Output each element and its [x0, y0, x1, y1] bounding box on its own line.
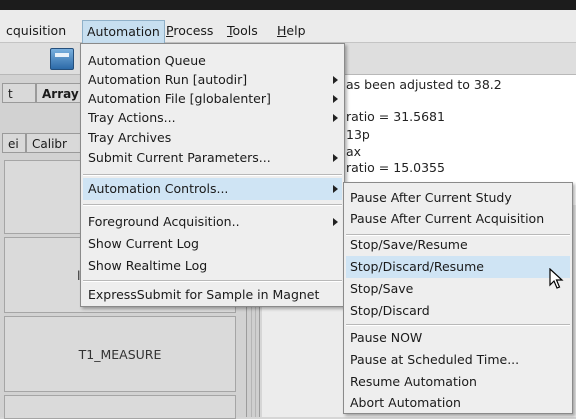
submenu-item-label: Pause at Scheduled Time... [350, 352, 520, 367]
panel-button-4[interactable] [4, 395, 236, 419]
submenu-arrow-icon [333, 95, 338, 103]
menu-item-submit-current-parameters[interactable]: Submit Current Parameters... [83, 147, 342, 169]
submenu-item-pause-scheduled[interactable]: Pause at Scheduled Time... [346, 349, 570, 371]
submenu-item-stop-save-resume[interactable]: Stop/Save/Resume [346, 234, 570, 256]
submenu-item-label: Stop/Discard [350, 303, 430, 318]
submenu-item-label: Stop/Discard/Resume [350, 259, 484, 274]
menu-item-show-realtime-log[interactable]: Show Realtime Log [83, 255, 342, 277]
log-line: 13p [346, 127, 370, 142]
tab-partial-2[interactable]: ei [2, 133, 26, 153]
log-line: ratio = 31.5681 [346, 109, 445, 124]
menu-process[interactable]: Process [162, 20, 217, 42]
menu-automation[interactable]: Automation [82, 20, 165, 43]
menu-item-automation-controls[interactable]: Automation Controls... [83, 178, 342, 200]
window-icon[interactable] [50, 48, 74, 70]
automation-controls-submenu: Pause After Current Study Pause After Cu… [343, 182, 573, 414]
menu-item-label: Tray Archives [88, 130, 172, 145]
submenu-item-abort-automation[interactable]: Abort Automation [346, 392, 570, 414]
menu-item-tray-actions[interactable]: Tray Actions... [83, 107, 342, 129]
menu-item-label: Foreground Acquisition.. [88, 214, 240, 229]
menu-separator [83, 174, 342, 176]
menu-item-label: ExpressSubmit for Sample in Magnet [88, 287, 320, 302]
menu-item-label: Show Realtime Log [88, 258, 208, 273]
submenu-item-label: Stop/Save/Resume [350, 237, 468, 252]
menu-item-label: Automation Run [autodir] [88, 72, 248, 87]
menu-item-show-current-log[interactable]: Show Current Log [83, 233, 342, 255]
submenu-item-label: Stop/Save [350, 281, 414, 296]
submenu-item-resume-automation[interactable]: Resume Automation [346, 371, 570, 393]
submenu-item-label: Pause NOW [350, 330, 423, 345]
menu-separator [83, 204, 342, 206]
menu-acquisition[interactable]: cquisition [2, 20, 70, 42]
menu-separator [83, 280, 342, 282]
menu-item-label: Automation Controls... [88, 181, 229, 196]
submenu-item-stop-save[interactable]: Stop/Save [346, 278, 570, 300]
submenu-item-pause-now[interactable]: Pause NOW [346, 327, 570, 349]
submenu-arrow-icon [333, 114, 338, 122]
submenu-item-pause-after-acquisition[interactable]: Pause After Current Acquisition [346, 208, 570, 230]
submenu-item-label: Pause After Current Study [350, 190, 512, 205]
tab-partial[interactable]: t [2, 83, 36, 103]
t1-measure-button[interactable]: T1_MEASURE [4, 316, 236, 392]
submenu-item-label: Resume Automation [350, 374, 477, 389]
tab-calibration[interactable]: Calibr [26, 133, 82, 153]
log-line: ratio = 15.0355 [346, 160, 445, 175]
submenu-item-stop-discard[interactable]: Stop/Discard [346, 300, 570, 322]
submenu-item-label: Abort Automation [350, 395, 461, 410]
t1-measure-label: T1_MEASURE [78, 347, 162, 362]
window-top-strip [0, 0, 576, 10]
log-line: ax [346, 144, 362, 159]
menu-item-expresssubmit[interactable]: ExpressSubmit for Sample in Magnet [83, 284, 342, 306]
submenu-arrow-icon [333, 218, 338, 226]
menu-item-label: Show Current Log [88, 236, 199, 251]
submenu-arrow-icon [333, 76, 338, 84]
submenu-arrow-icon [333, 154, 338, 162]
log-line: as been adjusted to 38.2 [346, 77, 502, 92]
tab-array[interactable]: Array [36, 83, 82, 103]
submenu-arrow-icon [333, 185, 338, 193]
menu-item-tray-archives[interactable]: Tray Archives [83, 127, 342, 149]
menu-item-label: Automation File [globalenter] [88, 91, 271, 106]
submenu-item-pause-after-study[interactable]: Pause After Current Study [346, 187, 570, 209]
mouse-cursor-icon [549, 268, 564, 289]
automation-menu: Automation Queue Automation Run [autodir… [80, 43, 345, 307]
menu-item-label: Submit Current Parameters... [88, 150, 271, 165]
menubar: cquisition Automation Process Tools Help [0, 10, 576, 43]
menu-item-label: Tray Actions... [88, 110, 176, 125]
submenu-item-stop-discard-resume[interactable]: Stop/Discard/Resume [346, 256, 570, 278]
menu-help[interactable]: Help [273, 20, 310, 42]
menu-item-foreground-acquisition[interactable]: Foreground Acquisition.. [83, 211, 342, 233]
menu-separator [346, 324, 570, 326]
menu-tools[interactable]: Tools [223, 20, 262, 42]
submenu-item-label: Pause After Current Acquisition [350, 211, 545, 226]
menu-item-label: Automation Queue [88, 53, 206, 68]
